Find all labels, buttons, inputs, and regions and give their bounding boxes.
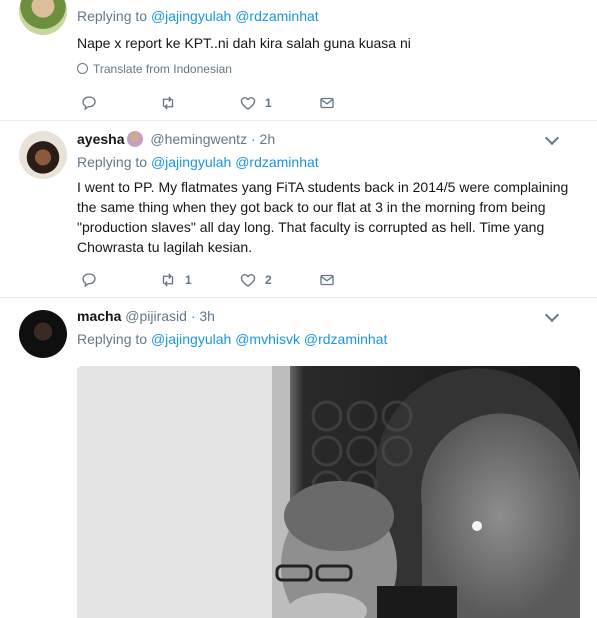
replying-to: Replying to @jajingyulah @rdzaminhat — [77, 8, 319, 24]
dm-button[interactable] — [318, 94, 336, 112]
reply-button[interactable] — [80, 94, 98, 112]
avatar[interactable] — [19, 0, 67, 35]
mention-link[interactable]: @rdzaminhat — [235, 8, 318, 24]
heart-icon — [240, 274, 256, 287]
globe-icon — [77, 63, 88, 74]
dm-button[interactable] — [318, 271, 336, 289]
user-handle[interactable]: @pijirasid — [125, 308, 187, 324]
mention-link[interactable]: @jajingyulah — [151, 8, 231, 24]
like-count: 2 — [265, 273, 272, 287]
avatar[interactable] — [19, 310, 67, 358]
tweet-1: Replying to @jajingyulah @rdzaminhat Nap… — [0, 0, 597, 121]
mention-link[interactable]: @rdzaminhat — [304, 331, 387, 347]
like-button[interactable]: 1 — [239, 94, 272, 112]
reply-icon — [82, 273, 96, 288]
tweet-3: macha @pijirasid · 3h Replying to @jajin… — [0, 298, 597, 618]
envelope-icon — [320, 97, 334, 109]
mention-link[interactable]: @rdzaminhat — [235, 154, 318, 170]
user-handle[interactable]: @hemingwentz — [150, 131, 247, 147]
mention-link[interactable]: @jajingyulah — [151, 154, 231, 170]
reply-button[interactable] — [80, 271, 98, 289]
retweet-icon — [162, 96, 174, 110]
tweet-text: Nape x report ke KPT..ni dah kira salah … — [77, 35, 411, 51]
retweet-button[interactable] — [159, 94, 185, 112]
mention-link[interactable]: @mvhisvk — [235, 331, 300, 347]
avatar[interactable] — [19, 131, 67, 179]
mention-link[interactable]: @jajingyulah — [151, 331, 231, 347]
tweet-2: ayesha @hemingwentz · 2h Replying to @ja… — [0, 121, 597, 298]
tweet-text: I went to PP. My flatmates yang FiTA stu… — [77, 179, 569, 255]
replying-to: Replying to @jajingyulah @mvhisvk @rdzam… — [77, 331, 388, 347]
translate-link[interactable]: Translate from Indonesian — [77, 62, 232, 76]
envelope-icon — [320, 274, 334, 286]
heart-icon — [240, 97, 256, 110]
chevron-down-icon[interactable] — [544, 130, 560, 146]
retweet-count: 1 — [185, 273, 192, 287]
photo-image — [77, 366, 580, 618]
reply-icon — [82, 96, 96, 111]
user-name[interactable]: macha — [77, 308, 121, 324]
user-name[interactable]: ayesha — [77, 131, 124, 147]
tweet-header: macha @pijirasid · 3h — [77, 308, 215, 324]
tweet-photo[interactable] — [77, 366, 580, 618]
replying-to: Replying to @jajingyulah @rdzaminhat — [77, 154, 319, 170]
tweet-header: ayesha @hemingwentz · 2h — [77, 131, 276, 147]
like-count: 1 — [265, 96, 272, 110]
timestamp[interactable]: 2h — [260, 131, 276, 147]
emoji-icon — [127, 131, 144, 147]
chevron-down-icon[interactable] — [544, 307, 560, 323]
retweet-button[interactable]: 1 — [159, 271, 192, 289]
like-button[interactable]: 2 — [239, 271, 272, 289]
timestamp[interactable]: 3h — [199, 308, 215, 324]
retweet-icon — [162, 273, 174, 287]
